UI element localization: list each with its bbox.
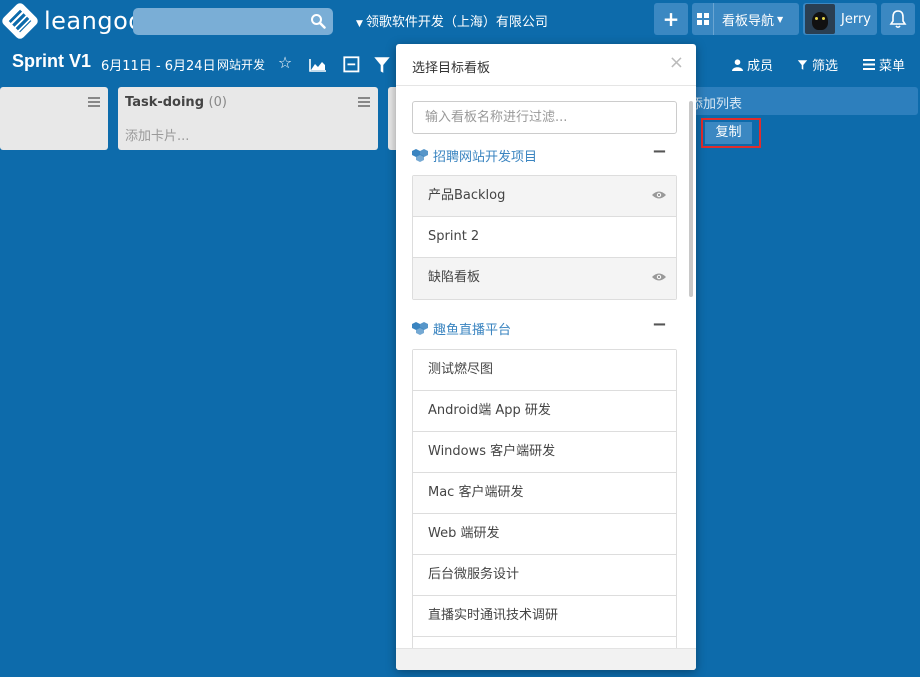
copy-button[interactable]: 复制 [705,122,752,144]
add-card-link[interactable]: 添加卡片... [125,125,189,144]
search-input[interactable] [133,8,333,35]
chart-icon[interactable] [309,56,327,74]
board-list-item[interactable]: Web 端研发 [413,514,676,555]
cubes-icon [412,149,428,162]
caret-down-icon: ▼ [356,19,363,29]
star-icon[interactable]: ☆ [276,53,294,72]
board-list-item[interactable]: 测试燃尽图 [413,350,676,391]
board-title[interactable]: Sprint V1 [12,51,91,72]
filter-icon [797,59,808,70]
plus-icon: + [662,7,680,31]
search-icon[interactable] [310,13,326,29]
close-icon[interactable]: × [669,52,684,73]
user-icon [732,58,743,71]
board-list: 产品Backlog Sprint 2 缺陷看板 [412,175,677,300]
column-card-count: (0) [208,95,227,110]
board-name: Sprint 2 [428,229,480,244]
collapse-icon[interactable]: − [652,141,667,162]
board-list-item[interactable]: Android端 App 研发 [413,391,676,432]
board-name: 后台微服务设计 [428,567,520,582]
add-list-input[interactable]: 添加列表 [690,87,918,115]
eye-icon [652,273,666,281]
project-group-name: 招聘网站开发项目 [433,150,538,165]
board-list: 测试燃尽图 Android端 App 研发 Windows 客户端研发 Mac … [412,349,677,670]
notifications-button[interactable] [881,3,915,35]
project-group-name: 趣鱼直播平台 [433,323,512,338]
dialog-header: 选择目标看板 × [396,44,696,86]
add-button[interactable]: + [654,3,688,35]
user-name: Jerry [841,11,871,27]
board-list-item[interactable]: 后台微服务设计 [413,555,676,596]
bell-icon [889,10,907,29]
hamburger-icon [863,59,875,70]
organization-dropdown[interactable]: ▼ 领歌软件开发（上海）有限公司 [356,11,548,30]
logo-text: leangoo [44,7,144,35]
dialog-footer [396,648,696,670]
board-list-item[interactable]: 产品Backlog [413,176,676,217]
collapse-icon[interactable] [343,56,361,74]
column-menu-icon[interactable] [88,97,100,107]
project-group-header[interactable]: 趣鱼直播平台 − [412,314,677,338]
caret-down-icon: ▼ [777,14,784,24]
project-group-header[interactable]: 招聘网站开发项目 − [412,141,677,165]
board-navigation-label: 看板导航 [722,13,775,29]
board-name: 直播实时通讯技术调研 [428,608,559,623]
dialog-title: 选择目标看板 [412,61,491,76]
column-title[interactable]: Task-doing (0) [125,95,227,110]
logo[interactable]: leangoo [0,1,144,41]
filter-icon[interactable] [373,56,391,74]
board-column [0,87,108,150]
top-navbar: leangoo ▼ 领歌软件开发（上海）有限公司 + 看板导航 ▼ Jerry [0,0,920,41]
board-name: 产品Backlog [428,188,506,203]
eye-icon [652,191,666,199]
members-label: 成员 [747,59,774,74]
avatar [805,4,835,34]
members-button[interactable]: 成员 [732,55,773,74]
board-dates[interactable]: 6月11日 - 6月24日 [101,55,216,74]
filter-label: 筛选 [812,59,839,74]
board-list-item[interactable]: Mac 客户端研发 [413,473,676,514]
column-menu-icon[interactable] [358,97,370,107]
board-project[interactable]: 网站开发 [217,56,265,73]
organization-name: 领歌软件开发（上海）有限公司 [365,15,548,30]
board-name: 缺陷看板 [428,270,481,285]
leangoo-logo-icon [0,1,40,41]
copy-button-highlight: 复制 [701,118,761,148]
select-target-board-dialog: 选择目标看板 × 招聘网站开发项目 − 产品Backlog Sprint 2 缺… [396,44,696,670]
collapse-icon[interactable]: − [652,314,667,335]
board-list-item[interactable]: 直播实时通讯技术调研 [413,596,676,637]
board-list-item[interactable]: 缺陷看板 [413,258,676,299]
board-list-item[interactable]: Windows 客户端研发 [413,432,676,473]
menu-label: 菜单 [879,59,906,74]
user-menu-button[interactable]: Jerry [803,3,877,35]
board-name: Web 端研发 [428,526,500,541]
board-list-item[interactable]: Sprint 2 [413,217,676,258]
board-column-task-doing: Task-doing (0) 添加卡片... [118,87,378,150]
board-filter-input[interactable] [412,101,677,134]
board-name: Windows 客户端研发 [428,444,556,459]
menu-button[interactable]: 菜单 [863,55,905,74]
board-name: Android端 App 研发 [428,403,551,418]
grid-icon [692,3,714,35]
board-name: 测试燃尽图 [428,362,494,377]
add-list-label: 添加列表 [690,97,743,112]
board-name: Mac 客户端研发 [428,485,524,500]
cubes-icon [412,322,428,335]
scrollbar[interactable] [689,101,693,297]
filter-button[interactable]: 筛选 [797,55,838,74]
board-navigation-button[interactable]: 看板导航 ▼ [692,3,799,35]
